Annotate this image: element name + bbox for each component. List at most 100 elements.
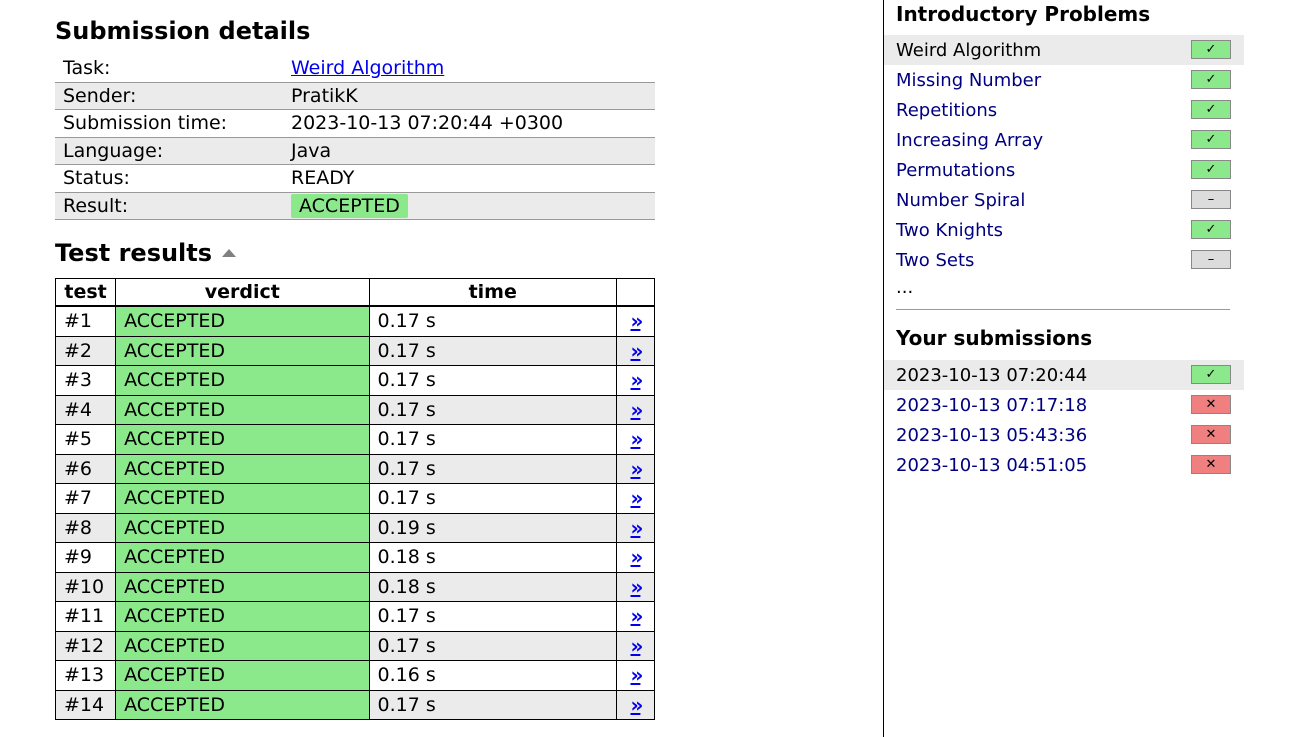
test-time: 0.17 s [368, 630, 617, 661]
test-time: 0.17 s [368, 305, 617, 337]
submission-item-link[interactable]: 2023-10-13 07:20:44 [896, 365, 1087, 386]
test-link-cell: » [615, 424, 656, 455]
test-number: #3 [54, 365, 117, 396]
problem-item-link[interactable]: Permutations [896, 160, 1015, 181]
view-test-link-icon[interactable]: » [631, 663, 644, 687]
cross-icon: ✕ [1191, 425, 1231, 444]
test-row: #8 ACCEPTED 0.19 s » [54, 512, 656, 543]
test-number: #10 [54, 571, 117, 602]
test-results-table: test verdict time #1 ACCEPTED 0.17 s» #2 ACC… [54, 278, 656, 720]
test-number: #14 [54, 689, 117, 720]
col-header-verdict: verdict [115, 278, 370, 307]
test-number: #9 [54, 542, 117, 573]
submission-item: 2023-10-13 04:51:05 ✕ [884, 450, 1244, 480]
problem-item: Permutations ✓ [884, 155, 1244, 185]
view-test-link-icon[interactable]: » [631, 693, 644, 717]
submissions-section-title: Your submissions [896, 326, 1093, 350]
test-row: #10 ACCEPTED 0.18 s » [54, 571, 656, 602]
test-time: 0.17 s [368, 601, 617, 632]
details-value: READY [291, 167, 355, 190]
test-verdict: ACCEPTED [115, 660, 370, 691]
submission-item-link[interactable]: 2023-10-13 07:17:18 [896, 395, 1087, 416]
details-value-cell: READY [283, 165, 655, 193]
problem-item: Weird Algorithm ✓ [884, 35, 1244, 65]
test-time: 0.17 s [368, 394, 617, 425]
details-key: Task: [63, 57, 111, 80]
details-key: Status: [63, 167, 130, 190]
details-value: PratikK [291, 84, 358, 107]
test-link-cell: » [615, 335, 656, 366]
check-icon: ✓ [1191, 40, 1231, 59]
test-verdict: ACCEPTED [115, 689, 370, 720]
more-problems-ellipsis: ... [896, 277, 914, 298]
test-row: #14 ACCEPTED 0.17 s » [54, 689, 656, 720]
problem-item: Number Spiral – [884, 185, 1244, 215]
test-results-header[interactable]: Test results [55, 239, 237, 267]
view-test-link-icon[interactable]: » [631, 604, 644, 628]
test-number: #2 [54, 335, 117, 366]
test-link-cell: » [615, 365, 656, 396]
view-test-link-icon[interactable]: » [631, 516, 644, 540]
details-row: Language: Java [55, 137, 655, 165]
test-time: 0.17 s [368, 365, 617, 396]
test-link-cell: » [615, 601, 656, 632]
test-number: #1 [54, 305, 117, 337]
problem-item-link[interactable]: Number Spiral [896, 190, 1025, 211]
collapse-caret-icon[interactable] [222, 249, 237, 257]
view-test-link-icon[interactable]: » [631, 309, 644, 333]
details-key: Submission time: [63, 112, 228, 135]
result-badge: ACCEPTED [291, 193, 408, 218]
test-row: #7 ACCEPTED 0.17 s » [54, 483, 656, 514]
test-time: 0.17 s [368, 483, 617, 514]
submission-item-link[interactable]: 2023-10-13 05:43:36 [896, 425, 1087, 446]
problem-list: Weird Algorithm ✓ Missing Number ✓ Repetitio… [884, 35, 1244, 275]
test-number: #4 [54, 394, 117, 425]
test-time: 0.19 s [368, 512, 617, 543]
check-icon: ✓ [1191, 130, 1231, 149]
test-time: 0.17 s [368, 424, 617, 455]
test-row: #13 ACCEPTED 0.16 s » [54, 660, 656, 691]
view-test-link-icon[interactable]: » [631, 457, 644, 481]
test-time: 0.18 s [368, 542, 617, 573]
check-icon: ✓ [1191, 365, 1231, 384]
problem-item-link[interactable]: Repetitions [896, 100, 997, 121]
submission-item: 2023-10-13 05:43:36 ✕ [884, 420, 1244, 450]
test-number: #11 [54, 601, 117, 632]
problem-item: Missing Number ✓ [884, 65, 1244, 95]
test-verdict: ACCEPTED [115, 512, 370, 543]
view-test-link-icon[interactable]: » [631, 486, 644, 510]
check-icon: ✓ [1191, 100, 1231, 119]
test-link-cell: » [615, 394, 656, 425]
problem-item-link[interactable]: Two Knights [896, 220, 1003, 241]
view-test-link-icon[interactable]: » [631, 368, 644, 392]
test-verdict: ACCEPTED [115, 305, 370, 337]
problems-section-title: Introductory Problems [896, 2, 1151, 26]
test-results-title: Test results [55, 239, 213, 267]
view-test-link-icon[interactable]: » [631, 545, 644, 569]
problem-item: Two Knights ✓ [884, 215, 1244, 245]
problem-item-link[interactable]: Weird Algorithm [896, 40, 1041, 61]
problem-item-link[interactable]: Increasing Array [896, 130, 1043, 151]
problem-item-link[interactable]: Two Sets [896, 250, 974, 271]
details-key: Language: [63, 139, 164, 162]
submission-item-link[interactable]: 2023-10-13 04:51:05 [896, 455, 1087, 476]
problem-item-link[interactable]: Missing Number [896, 70, 1041, 91]
test-verdict: ACCEPTED [115, 335, 370, 366]
test-number: #5 [54, 424, 117, 455]
details-row: Submission time: 2023-10-13 07:20:44 +030… [55, 110, 655, 137]
test-verdict: ACCEPTED [115, 365, 370, 396]
task-link[interactable]: Weird Algorithm [291, 57, 444, 79]
test-verdict: ACCEPTED [115, 394, 370, 425]
test-number: #8 [54, 512, 117, 543]
test-row: #9 ACCEPTED 0.18 s » [54, 542, 656, 573]
view-test-link-icon[interactable]: » [631, 575, 644, 599]
test-link-cell: » [615, 660, 656, 691]
test-link-cell: » [615, 689, 656, 720]
view-test-link-icon[interactable]: » [631, 427, 644, 451]
test-time: 0.16 s [368, 660, 617, 691]
view-test-link-icon[interactable]: » [631, 398, 644, 422]
test-link-cell: » [615, 305, 656, 337]
dash-icon: – [1191, 250, 1231, 269]
view-test-link-icon[interactable]: » [631, 634, 644, 658]
view-test-link-icon[interactable]: » [631, 339, 644, 363]
